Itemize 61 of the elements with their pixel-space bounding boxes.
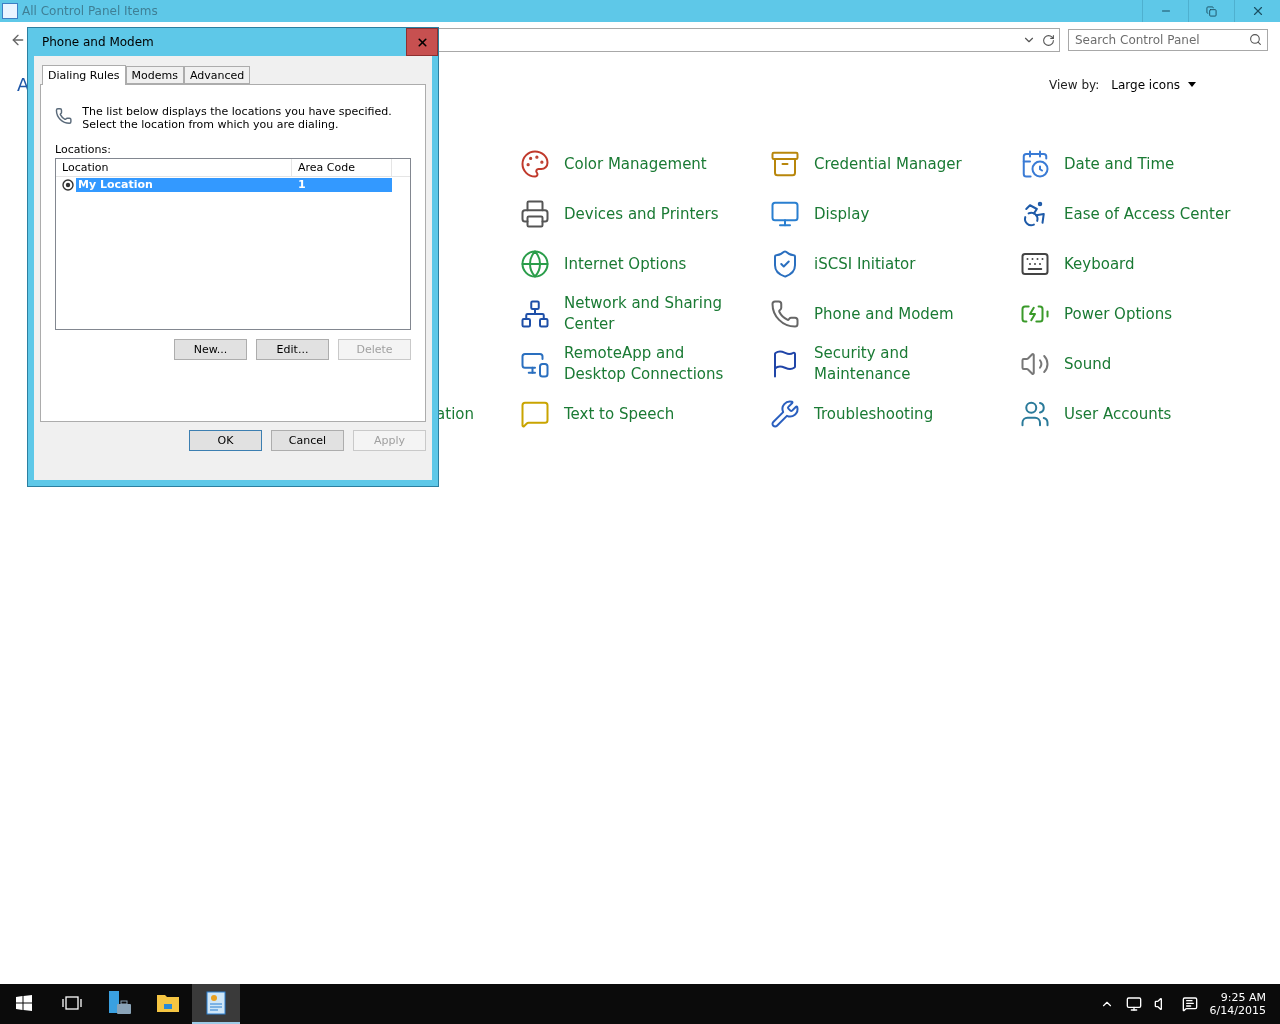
restore-icon [1206,5,1217,17]
printer-icon [520,199,550,229]
network-icon[interactable] [1125,996,1142,1012]
dialog-button[interactable]: OK [189,430,262,451]
globe-icon [520,249,550,279]
column-header[interactable]: Location [56,159,292,176]
control-panel-item[interactable]: Credential Manager [768,139,1018,189]
control-panel-item[interactable]: Internet Options [518,239,768,289]
control-panel-item[interactable]: Display [768,189,1018,239]
server-toolbox-icon [107,990,133,1016]
tab[interactable]: Dialing Rules [42,65,126,85]
window-title: All Control Panel Items [22,4,159,18]
phone-icon [770,299,800,329]
control-panel-item[interactable]: Troubleshooting [768,389,1018,439]
list-button[interactable]: Edit... [256,339,329,360]
windows-logo-icon [16,995,32,1011]
notification-icon[interactable] [1181,996,1198,1012]
clock-time: 9:25 AM [1220,991,1266,1004]
control-panel-item[interactable]: Power Options [1018,289,1268,339]
clock-date: 6/14/2015 [1209,1004,1266,1017]
control-panel-item[interactable]: Security and Maintenance [768,339,1018,389]
control-panel-item[interactable]: Network and Sharing Center [518,289,768,339]
control-panel-item[interactable]: Phone and Modem [768,289,1018,339]
control-panel-item[interactable]: Keyboard [1018,239,1268,289]
calendar-clock-icon [1020,149,1050,179]
area-code-cell[interactable]: 1 [292,178,392,192]
control-panel-item[interactable]: RemoteApp and Desktop Connections [518,339,768,389]
control-panel-item[interactable]: Color Management [518,139,768,189]
view-by-dropdown[interactable]: Large icons [1111,77,1196,92]
search-field[interactable]: Search Control Panel [1068,29,1268,51]
locations-label: Locations: [55,143,112,156]
view-by-label: View by: [1049,77,1100,92]
wrench-icon [770,399,800,429]
task-view-icon [62,996,82,1010]
control-panel-item[interactable]: Date and Time [1018,139,1268,189]
network-icon [520,299,550,329]
control-panel-item[interactable]: iSCSI Initiator [768,239,1018,289]
taskbar-button[interactable] [192,984,240,1024]
description-text: The list below displays the locations you have specified. Select the location from which you are dialing. [82,105,393,131]
dialog-button[interactable]: Cancel [271,430,344,451]
column-header[interactable]: Area Code [292,159,392,176]
monitor-icon [770,199,800,229]
control-panel-item[interactable]: Ease of Access Center [1018,189,1268,239]
search-icon[interactable] [1249,33,1262,46]
tab[interactable]: Modems [125,66,184,84]
list-button[interactable]: New... [174,339,247,360]
users-icon [1020,399,1050,429]
control-panel-item[interactable]: Text to Speech [518,389,768,439]
location-cell[interactable]: My Location [76,178,292,192]
speech-bubble-icon [520,399,550,429]
control-panel-item[interactable]: Devices and Printers [518,189,768,239]
dialog-title: Phone and Modem [42,35,155,49]
palette-icon [520,149,550,179]
control-panel-item[interactable]: User Accounts [1018,389,1268,439]
folder-icon [156,993,180,1013]
dropdown-arrow-icon [1188,82,1196,87]
tab[interactable]: Advanced [183,66,251,84]
locations-list[interactable]: Location Area Code My Location 1 [55,158,411,330]
close-icon [415,35,429,49]
close-button[interactable] [406,28,438,56]
control-panel-item[interactable]: Sound [1018,339,1268,389]
